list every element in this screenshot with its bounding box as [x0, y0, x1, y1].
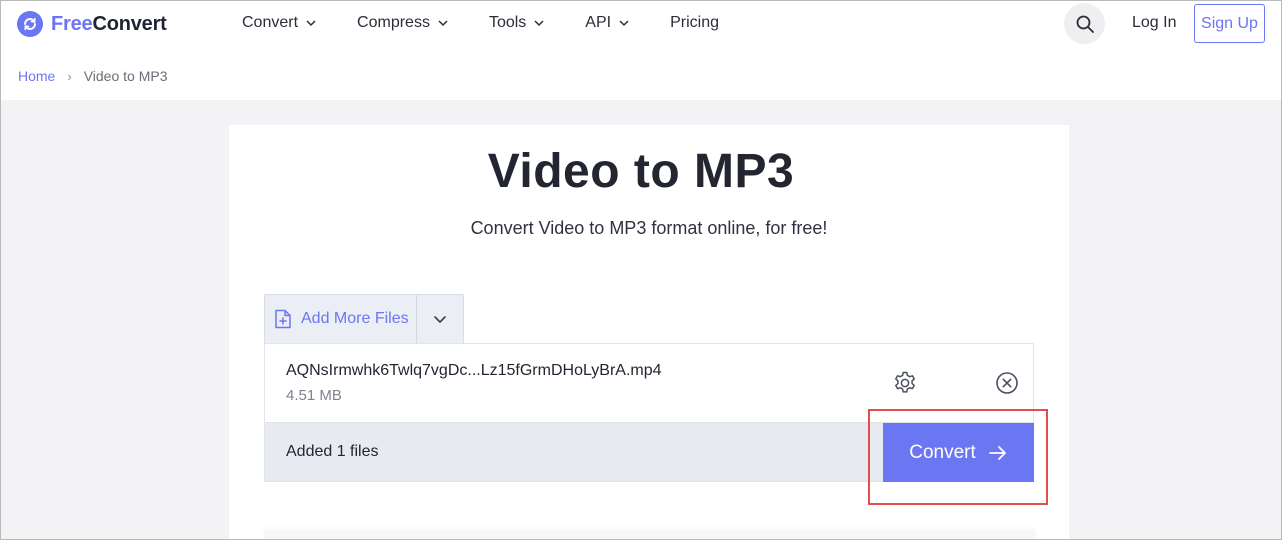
search-icon [1076, 15, 1094, 33]
main-nav: Convert Compress Tools API Pricing [242, 14, 759, 32]
chevron-down-icon [438, 20, 448, 27]
file-name: AQNsIrmwhk6Twlq7vgDc...Lz15fGrmDHoLyBrA.… [286, 362, 662, 379]
breadcrumb: Home › Video to MP3 [18, 68, 168, 84]
breadcrumb-current: Video to MP3 [83, 68, 168, 84]
login-link[interactable]: Log In [1132, 14, 1176, 32]
brand-name: FreeConvert [51, 12, 167, 35]
nav-item-api[interactable]: API [585, 14, 630, 32]
gear-icon[interactable] [892, 370, 918, 396]
logo[interactable]: FreeConvert [17, 11, 167, 37]
convert-label: Convert [909, 441, 976, 463]
breadcrumb-separator: › [67, 68, 72, 84]
page-title: Video to MP3 [487, 145, 795, 198]
close-icon[interactable] [995, 371, 1019, 395]
arrow-right-icon [988, 445, 1006, 460]
file-add-icon [275, 309, 291, 329]
lower-content-edge [264, 530, 1036, 540]
nav-item-tools[interactable]: Tools [489, 14, 545, 32]
breadcrumb-home[interactable]: Home [18, 68, 55, 84]
add-files-group: Add More Files [264, 294, 464, 343]
search-button[interactable] [1064, 3, 1105, 44]
site-header: FreeConvert Convert Compress Tools API P… [0, 0, 1282, 100]
signup-button[interactable]: Sign Up [1194, 4, 1265, 43]
chevron-down-icon [619, 20, 629, 27]
files-count: Added 1 files [286, 443, 379, 460]
chevron-down-icon [306, 20, 316, 27]
convert-button[interactable]: Convert [883, 423, 1034, 482]
add-more-files-button[interactable]: Add More Files [265, 295, 416, 343]
page-subtitle: Convert Video to MP3 format online, for … [470, 218, 828, 238]
nav-item-pricing[interactable]: Pricing [670, 14, 719, 32]
nav-item-convert[interactable]: Convert [242, 14, 317, 32]
file-list-item: AQNsIrmwhk6Twlq7vgDc...Lz15fGrmDHoLyBrA.… [264, 343, 1034, 423]
file-size: 4.51 MB [286, 387, 342, 404]
top-navbar: FreeConvert Convert Compress Tools API P… [0, 0, 1282, 50]
add-more-files-label: Add More Files [301, 310, 409, 327]
chevron-down-icon [534, 20, 544, 27]
refresh-icon [17, 11, 43, 37]
add-files-dropdown-toggle[interactable] [417, 295, 463, 343]
nav-item-compress[interactable]: Compress [357, 14, 449, 32]
chevron-down-icon [434, 316, 446, 323]
